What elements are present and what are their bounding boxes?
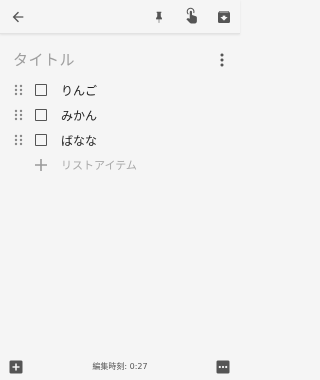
- item-checkbox[interactable]: [35, 109, 47, 121]
- add-list-item-row[interactable]: リストアイテム: [0, 153, 240, 178]
- edited-time-text: 編集時刻: 0:27: [92, 362, 148, 371]
- archive-icon: [218, 11, 230, 23]
- title-row: タイトル: [0, 46, 240, 72]
- item-text[interactable]: みかん: [61, 107, 97, 124]
- top-app-bar: [0, 0, 240, 34]
- archive-button[interactable]: [212, 5, 236, 29]
- bottom-bar: 編集時刻: 0:27: [0, 352, 240, 380]
- item-checkbox[interactable]: [35, 84, 47, 96]
- more-actions-button[interactable]: [216, 359, 230, 378]
- reminder-button[interactable]: [180, 4, 204, 28]
- arrow-back-icon: [12, 11, 24, 23]
- back-button[interactable]: [6, 5, 30, 29]
- item-text[interactable]: りんご: [61, 82, 97, 99]
- note-editor: タイトル りんご みかん ばなな リストアイテム 編集時刻: 0:27: [0, 0, 240, 380]
- add-list-item-label: リストアイテム: [61, 159, 137, 172]
- list-item: みかん: [0, 103, 240, 128]
- hand-reminder-icon: [186, 7, 197, 24]
- plus-icon: [35, 159, 47, 171]
- list-item: ばなな: [0, 128, 240, 153]
- item-checkbox[interactable]: [35, 134, 47, 146]
- drag-handle-icon[interactable]: [14, 84, 24, 96]
- title-input[interactable]: タイトル: [13, 49, 75, 70]
- more-vert-icon: [220, 53, 224, 67]
- more-horiz-box-icon: [216, 360, 230, 374]
- item-text[interactable]: ばなな: [61, 132, 97, 149]
- pin-icon: [156, 11, 162, 23]
- drag-handle-icon[interactable]: [14, 109, 24, 121]
- drag-handle-icon[interactable]: [14, 134, 24, 146]
- pin-button[interactable]: [147, 5, 171, 29]
- list-item: りんご: [0, 78, 240, 103]
- checklist: りんご みかん ばなな リストアイテム: [0, 78, 240, 178]
- more-options-button[interactable]: [210, 48, 234, 72]
